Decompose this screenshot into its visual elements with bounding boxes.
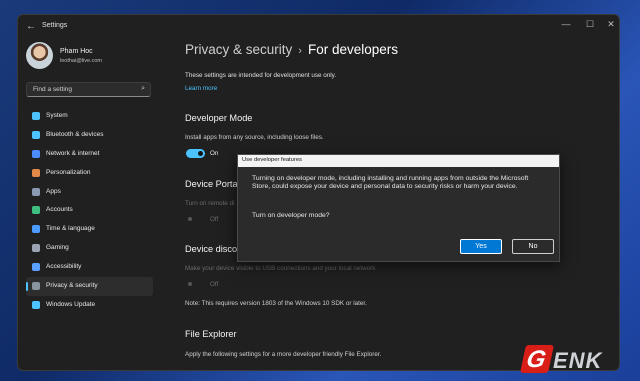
search-placeholder: Find a setting xyxy=(33,86,73,93)
gamepad-icon xyxy=(32,244,40,253)
sidebar-item-accessibility[interactable]: Accessibility xyxy=(26,258,153,277)
sidebar-item-windows-update[interactable]: Windows Update xyxy=(26,296,153,315)
device-portal-state: Off xyxy=(210,216,219,223)
profile-name: Pham Hoc xyxy=(60,48,93,55)
learn-more-link[interactable]: Learn more xyxy=(185,85,217,92)
minimize-button[interactable]: — xyxy=(559,19,573,29)
sidebar-item-label: Personalization xyxy=(46,168,91,176)
developer-mode-toggle[interactable] xyxy=(186,149,205,158)
yes-button[interactable]: Yes xyxy=(460,239,502,254)
sidebar-item-personalization[interactable]: Personalization xyxy=(26,164,153,183)
sidebar-item-label: Windows Update xyxy=(46,300,96,308)
monitor-icon xyxy=(32,112,40,120)
title-bar: ← Settings — ☐ ✕ xyxy=(18,15,619,39)
sidebar-item-time-language[interactable]: Time & language xyxy=(26,220,153,239)
sidebar-item-label: Network & internet xyxy=(46,149,100,157)
device-discovery-state: Off xyxy=(210,281,219,288)
sidebar-item-network-internet[interactable]: Network & internet xyxy=(26,145,153,164)
dialog-title-bar: Use developer features xyxy=(238,155,559,167)
person-icon xyxy=(32,206,40,215)
brush-icon xyxy=(32,168,40,177)
sidebar-item-label: Accessibility xyxy=(46,263,82,271)
accessibility-icon xyxy=(32,263,40,272)
app-title: Settings xyxy=(42,22,68,29)
shield-icon xyxy=(32,282,40,291)
chevron-right-icon: › xyxy=(298,45,302,57)
back-arrow-icon[interactable]: ← xyxy=(26,21,38,33)
sidebar-item-label: System xyxy=(46,112,68,119)
bluetooth-icon xyxy=(32,130,40,139)
sidebar-item-apps[interactable]: Apps xyxy=(26,183,153,202)
apps-icon xyxy=(32,187,40,196)
sidebar-item-bluetooth-devices[interactable]: Bluetooth & devices xyxy=(26,126,153,145)
dialog-title: Use developer features xyxy=(242,157,302,163)
sidebar-item-system[interactable]: System xyxy=(26,107,153,126)
close-button[interactable]: ✕ xyxy=(604,19,618,30)
sidebar-item-privacy-security[interactable]: Privacy & security xyxy=(26,277,153,296)
dialog-message: Turning on developer mode, including ins… xyxy=(252,175,529,191)
dialog-question: Turn on developer mode? xyxy=(252,212,330,219)
sidebar-nav: System Bluetooth & devices Network & inter… xyxy=(26,107,153,315)
profile-email: leothai@live.com xyxy=(60,58,102,64)
search-icon[interactable]: ⌕ xyxy=(141,85,145,93)
breadcrumb-parent[interactable]: Privacy & security xyxy=(185,42,292,57)
device-portal-desc: Turn on remote di xyxy=(185,200,235,207)
device-portal-heading: Device Porta xyxy=(185,179,238,189)
sidebar-item-label: Bluetooth & devices xyxy=(46,130,104,138)
device-discovery-desc: Make your device visible to USB connecti… xyxy=(185,265,376,272)
device-portal-toggle[interactable] xyxy=(186,215,205,224)
file-explorer-heading: File Explorer xyxy=(185,329,237,339)
sidebar-item-gaming[interactable]: Gaming xyxy=(26,239,153,258)
sidebar-item-label: Accounts xyxy=(46,206,73,214)
device-discovery-toggle[interactable] xyxy=(186,280,205,289)
sidebar-item-label: Time & language xyxy=(46,225,95,233)
intro-text: These settings are intended for developm… xyxy=(185,72,337,79)
page-title: For developers xyxy=(307,42,398,57)
globe-icon xyxy=(32,225,40,234)
genk-watermark-logo: G ENK xyxy=(520,345,627,375)
maximize-button[interactable]: ☐ xyxy=(583,19,597,30)
device-discovery-heading: Device disco xyxy=(185,244,238,254)
update-icon xyxy=(32,300,40,309)
sidebar-item-label: Privacy & security xyxy=(46,282,98,290)
developer-mode-desc: Install apps from any source, including … xyxy=(185,134,324,141)
file-explorer-desc: Apply the following settings for a more … xyxy=(185,351,382,358)
sidebar-item-label: Apps xyxy=(46,187,61,195)
device-discovery-note: Note: This requires version 1803 of the … xyxy=(185,300,367,307)
developer-features-dialog: Use developer features Turning on develo… xyxy=(237,154,560,262)
no-button[interactable]: No xyxy=(512,239,554,254)
avatar[interactable] xyxy=(26,42,53,69)
sidebar-item-accounts[interactable]: Accounts xyxy=(26,201,153,220)
developer-mode-state: On xyxy=(210,150,219,157)
breadcrumb: Privacy & security › For developers xyxy=(185,42,398,57)
developer-mode-heading: Developer Mode xyxy=(185,113,253,123)
sidebar-item-label: Gaming xyxy=(46,244,69,252)
search-input[interactable]: Find a setting ⌕ xyxy=(26,82,151,97)
wifi-icon xyxy=(32,149,40,158)
